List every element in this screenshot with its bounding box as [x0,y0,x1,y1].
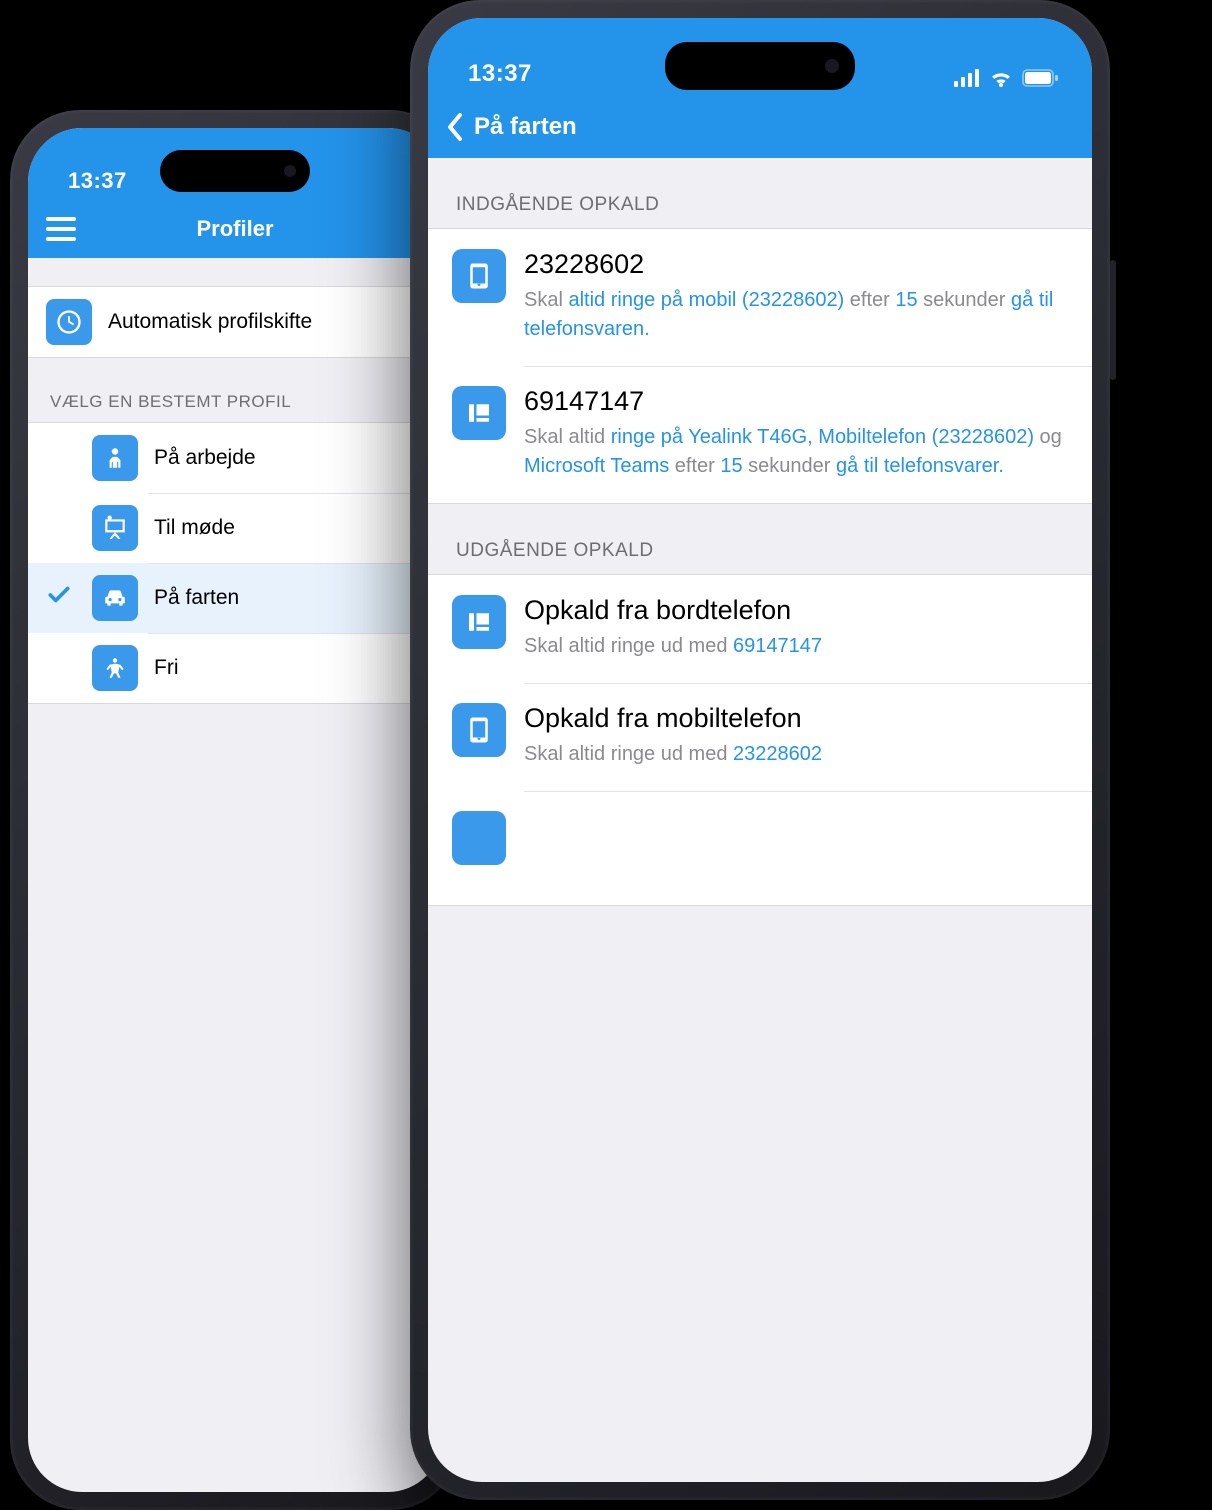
outgoing-desc: Skal altid ringe ud med 69147147 [524,632,1068,661]
link[interactable]: ringe på mobil (23228602) [611,289,845,311]
dynamic-island [665,42,855,90]
deskphone-icon [452,386,506,440]
screen-front: 13:37 På farten INDGÅENDE OPKALD 2322860… [428,18,1092,1482]
section-label-profiles: VÆLG EN BESTEMT PROFIL [28,358,442,422]
header-title: På farten [474,113,577,141]
incoming-number: 69147147 [524,386,1068,417]
phone-back: 13:37 Profiler Automatisk profilskifte V… [10,110,460,1510]
profile-row-free[interactable]: Fri [28,633,442,703]
incoming-desc: Skal altid ringe på mobil (23228602) eft… [524,286,1068,344]
profile-row-work[interactable]: På arbejde [28,423,442,493]
incoming-list: 23228602 Skal altid ringe på mobil (2322… [428,228,1092,504]
screen-back: 13:37 Profiler Automatisk profilskifte V… [28,128,442,1492]
battery-icon [1022,69,1058,87]
profile-label: På farten [154,586,239,610]
link[interactable]: 69147147 [733,635,822,657]
incoming-desc: Skal altid ringe på Yealink T46G, Mobilt… [524,423,1068,481]
auto-switch-label: Automatisk profilskifte [108,310,312,334]
link[interactable]: gå til telefonsvarer. [836,455,1004,477]
outgoing-row[interactable]: Opkald fra bordtelefon Skal altid ringe … [428,575,1092,683]
mobile-icon [452,249,506,303]
status-time: 13:37 [468,60,532,88]
profile-label: På arbejde [154,446,256,470]
check-icon [42,582,76,615]
dynamic-island [160,150,310,192]
section-label-incoming: INDGÅENDE OPKALD [428,158,1092,228]
phone-front: 13:37 På farten INDGÅENDE OPKALD 2322860… [410,0,1110,1500]
outgoing-title: Opkald fra mobiltelefon [524,703,1068,734]
mobile-icon [452,703,506,757]
app-header: På farten [428,96,1092,158]
incoming-row[interactable]: 69147147 Skal altid ringe på Yealink T46… [428,366,1092,503]
auto-profile-switch-row[interactable]: Automatisk profilskifte [28,286,442,358]
outgoing-list: Opkald fra bordtelefon Skal altid ringe … [428,574,1092,906]
app-header: Profiler [28,200,442,258]
worker-icon [92,435,138,481]
deskphone-icon [452,595,506,649]
status-icons [954,68,1058,88]
back-icon[interactable] [446,112,464,142]
profile-label: Fri [154,656,179,680]
person-free-icon [92,645,138,691]
car-icon [92,575,138,621]
header-title: Profiler [86,216,384,242]
generic-icon [452,811,506,865]
presentation-icon [92,505,138,551]
profile-row-meeting[interactable]: Til møde [28,493,442,563]
cellular-icon [954,69,980,87]
outgoing-row[interactable] [428,791,1092,905]
link[interactable]: 15 [720,455,742,477]
menu-icon[interactable] [46,217,76,241]
link[interactable]: altid [568,289,605,311]
wifi-icon [988,68,1014,88]
link[interactable]: ringe på Yealink T46G, Mobiltelefon (232… [611,426,1034,448]
link[interactable]: 23228602 [733,743,822,765]
outgoing-title: Opkald fra bordtelefon [524,595,1068,626]
incoming-number: 23228602 [524,249,1068,280]
incoming-row[interactable]: 23228602 Skal altid ringe på mobil (2322… [428,229,1092,366]
profile-label: Til møde [154,516,235,540]
clock-icon [46,299,92,345]
profiles-list: På arbejde Til møde På farten [28,422,442,704]
profile-row-onthego[interactable]: På farten [28,563,442,633]
link[interactable]: Microsoft Teams [524,455,669,477]
status-time: 13:37 [68,168,127,194]
section-label-outgoing: UDGÅENDE OPKALD [428,504,1092,574]
outgoing-desc: Skal altid ringe ud med 23228602 [524,740,1068,769]
outgoing-row[interactable]: Opkald fra mobiltelefon Skal altid ringe… [428,683,1092,791]
link[interactable]: 15 [895,289,917,311]
